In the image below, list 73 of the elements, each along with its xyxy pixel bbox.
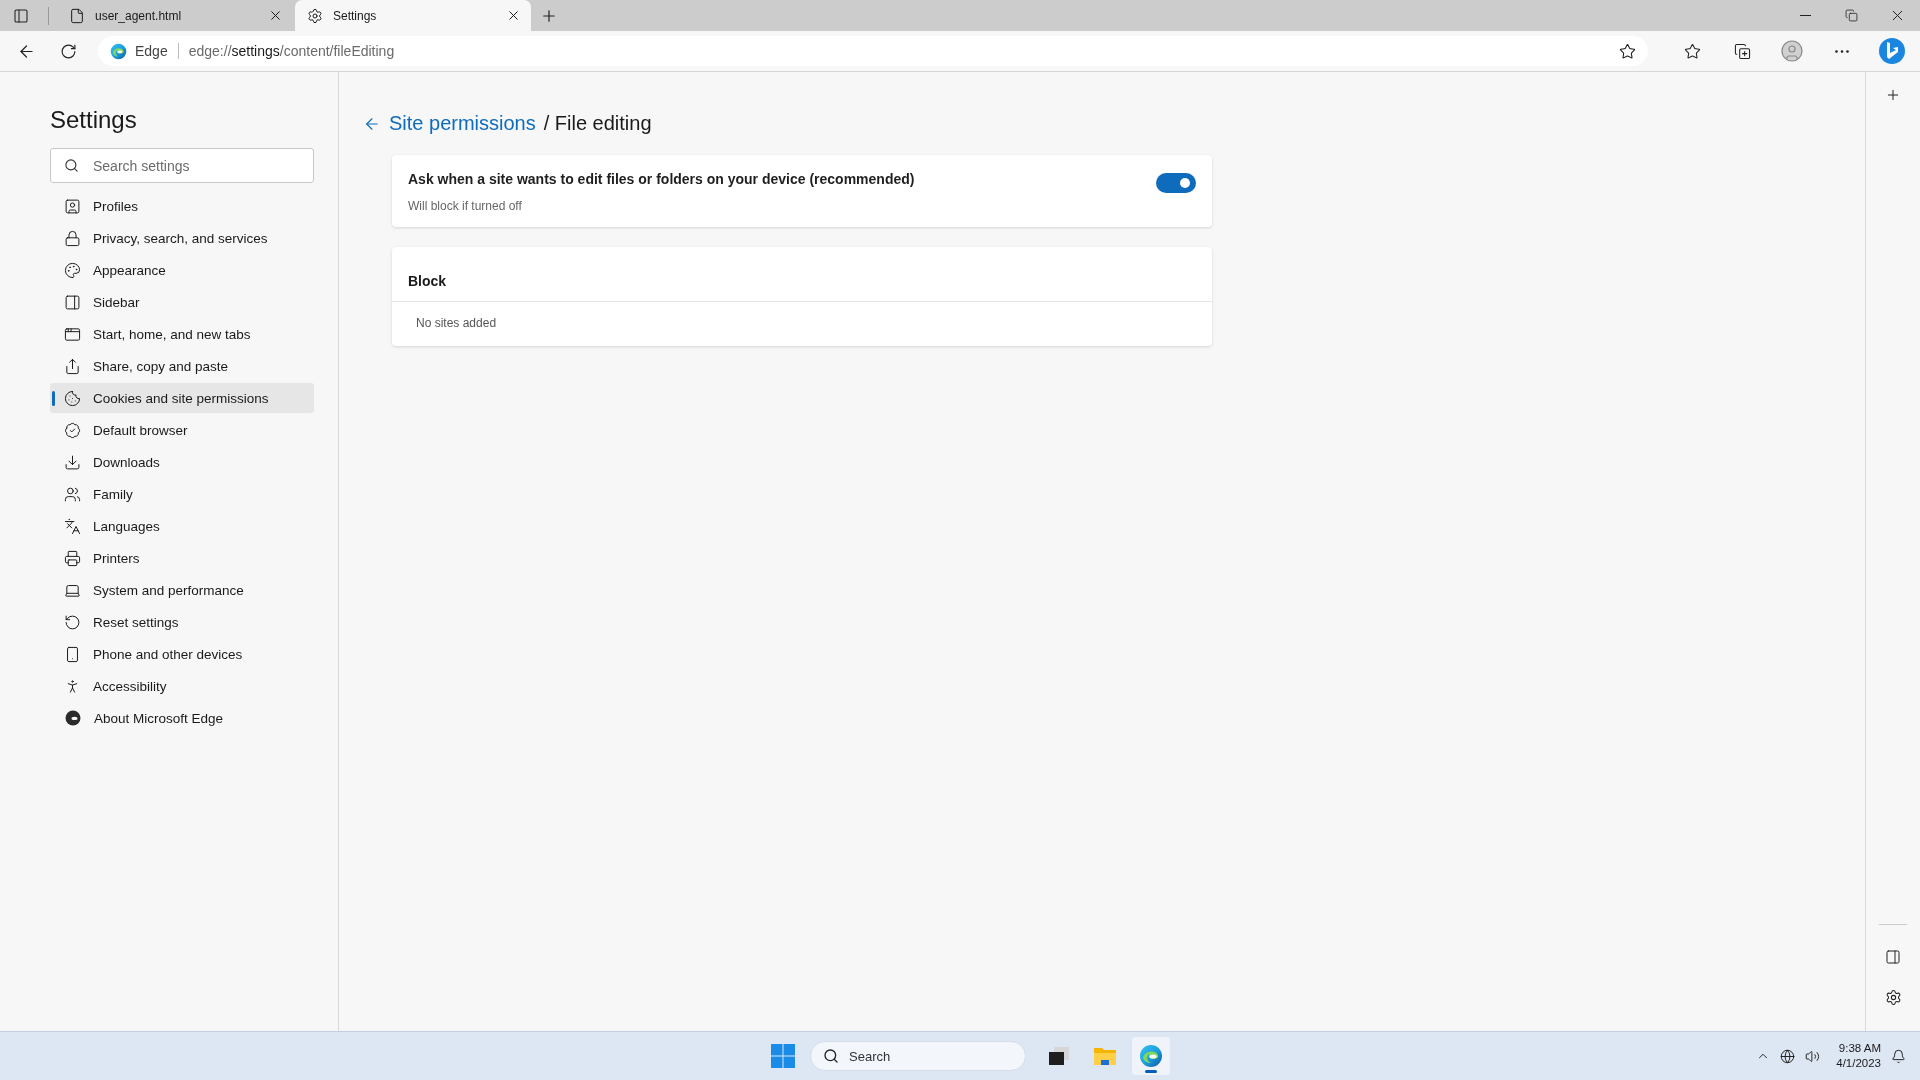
window-icon [64,325,81,343]
sidebar-item[interactable]: Appearance [50,255,314,285]
more-icon [1835,49,1849,53]
clock[interactable]: 9:38 AM 4/1/2023 [1836,1041,1881,1071]
empty-message: No sites added [416,316,497,330]
close-icon[interactable] [506,8,521,23]
reset-icon [64,613,81,631]
sidebar-item[interactable]: Phone and other devices [50,639,314,669]
sidebar-item[interactable]: Downloads [50,447,314,477]
page-title: / File editing [543,112,652,135]
panel-icon [64,293,81,311]
close-icon[interactable] [268,8,283,23]
favorite-add-icon[interactable] [1619,42,1636,60]
lock-icon [64,229,81,247]
sidebar-item[interactable]: Default browser [50,415,314,445]
sidebar-item[interactable]: Printers [50,543,314,573]
browser-logo-icon [110,42,127,60]
minimize-icon [1799,15,1811,16]
printer-icon [64,549,81,567]
toggle-switch[interactable] [1156,173,1196,193]
browser-tab[interactable]: user_agent.html [57,0,293,31]
search-icon [64,158,79,173]
window-stack-icon [1048,1046,1070,1066]
address-field[interactable]: Edge edge://settings/content/fileEditing [98,36,1648,66]
sidebar-item[interactable]: Reset settings [50,607,314,637]
user-card-icon [64,197,81,215]
browser-tab[interactable]: Settings [295,0,531,31]
setting-label: Ask when a site wants to edit files or folders on your device (recommended) [408,171,916,187]
taskbar-search-field[interactable]: Search [810,1041,1026,1071]
edge-logo-icon [1139,1044,1163,1068]
globe-icon[interactable] [1780,1048,1796,1064]
plus-icon [1885,87,1901,103]
star-icon [1683,42,1701,60]
settings-icon [1884,988,1902,1006]
setting-description: Will block if turned off [408,199,523,213]
avatar-icon [1780,39,1804,63]
sidebar-item[interactable]: Sidebar [50,287,314,317]
sidebar-item[interactable]: Languages [50,511,314,541]
sidebar-item[interactable]: About Microsoft Edge [50,703,314,733]
phone-icon [64,645,81,663]
download-icon [64,453,81,471]
sidebar-item[interactable]: Share, copy and paste [50,351,314,381]
share-icon [64,357,81,375]
translate-icon [64,517,81,535]
tabs-panel-icon [13,7,29,24]
palette-icon [64,261,81,279]
sidebar-item[interactable]: System and performance [50,575,314,605]
cookie-icon [64,389,81,407]
panel-icon [1885,949,1901,965]
people-icon [64,485,81,503]
sidebar-item[interactable]: Profiles [50,191,314,221]
sidebar-item[interactable]: Start, home, and new tabs [50,319,314,349]
bing-logo-icon [1877,36,1907,66]
sidebar-item[interactable]: Cookies and site permissions [50,383,314,413]
windows-logo-icon [771,1044,795,1068]
collections-icon [1733,42,1751,60]
refresh-icon [59,42,77,60]
speaker-icon[interactable] [1805,1048,1821,1064]
breadcrumb-link[interactable]: Site permissions [389,112,536,135]
gear-icon [307,7,323,24]
search-field[interactable]: Search settings [50,148,314,183]
check-badge-icon [64,421,81,439]
sidebar-item[interactable]: Accessibility [50,671,314,701]
edge-logo-icon [64,709,82,727]
section-title: Block [408,273,447,289]
bell-icon[interactable] [1891,1048,1906,1064]
settings-title: Settings [50,106,138,134]
search-icon [823,1048,839,1064]
sidebar-item[interactable]: Family [50,479,314,509]
restore-icon [1844,9,1858,22]
page-icon [69,7,85,24]
sidebar-item[interactable]: Privacy, search, and services [50,223,314,253]
folder-icon [1093,1046,1117,1066]
